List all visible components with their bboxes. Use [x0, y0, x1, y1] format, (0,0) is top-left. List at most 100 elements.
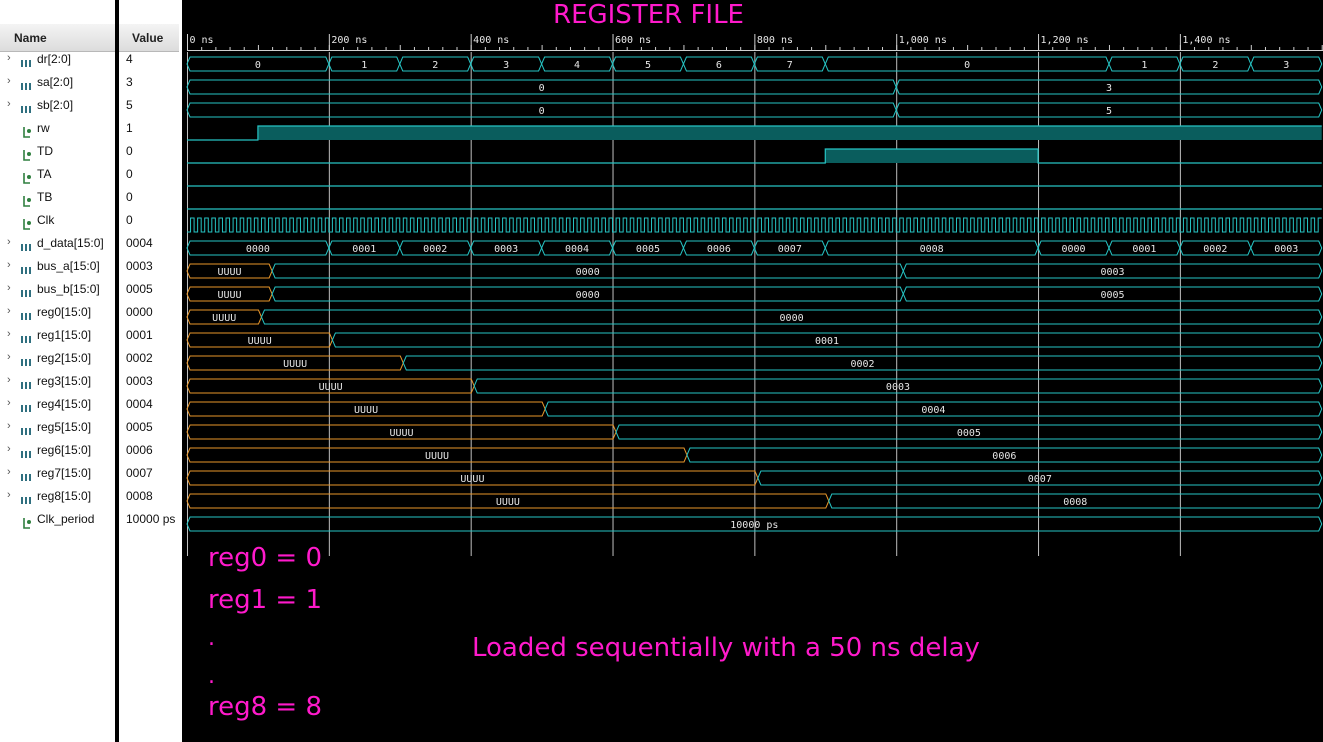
signal-value: 4: [126, 52, 133, 66]
chevron-right-icon[interactable]: ›: [7, 466, 11, 478]
signal-value: 0003: [126, 259, 153, 273]
signal-value: 0002: [126, 351, 153, 365]
bus-icon: [21, 83, 31, 90]
signal-value: 0004: [126, 236, 153, 250]
clock-trace: [187, 217, 1322, 233]
waveform-clk: [187, 217, 1322, 233]
signal-name: reg2[15:0]: [37, 351, 92, 365]
waveform-view[interactable]: 0 ns 200 ns 400 ns 600 ns 800 ns 1,000 ns 1,20…: [182, 0, 1323, 742]
signal-row-tb[interactable]: TB: [0, 190, 115, 213]
annotation-reg8: reg8 = 8: [208, 692, 323, 722]
chevron-right-icon[interactable]: ›: [7, 397, 11, 409]
signal-row-reg4[interactable]: › reg4[15:0]: [0, 397, 115, 420]
chevron-right-icon[interactable]: ›: [7, 328, 11, 340]
signal-row-reg0[interactable]: › reg0[15:0]: [0, 305, 115, 328]
ruler-label: 600 ns: [615, 35, 651, 46]
bus-value-label: UUUU: [460, 474, 484, 485]
chevron-right-icon[interactable]: ›: [7, 443, 11, 455]
name-column-header[interactable]: Name: [0, 24, 115, 52]
bus-value-label: 0002: [850, 359, 874, 370]
signal-value: 0005: [126, 282, 153, 296]
bus-value-label: 0008: [920, 244, 944, 255]
signal-row-reg3[interactable]: › reg3[15:0]: [0, 374, 115, 397]
bus-value-label: UUUU: [248, 336, 272, 347]
bus-value-label: 0005: [957, 428, 981, 439]
signal-name: sa[2:0]: [37, 75, 74, 89]
signal-row-clk[interactable]: Clk: [0, 213, 115, 236]
chevron-right-icon[interactable]: ›: [7, 98, 11, 110]
bus-value-label: 0000: [1061, 244, 1085, 255]
signal-row-rw[interactable]: rw: [0, 121, 115, 144]
annotation-dot: .: [208, 626, 215, 651]
signal-row-sa[interactable]: › sa[2:0]: [0, 75, 115, 98]
bus-value-label: 0007: [1028, 474, 1052, 485]
bus-value-label: 2: [432, 60, 438, 71]
signal-name: TD: [37, 144, 53, 158]
signal-row-bus_b[interactable]: › bus_b[15:0]: [0, 282, 115, 305]
bus-value-label: 3: [1106, 83, 1112, 94]
bus-icon: [21, 336, 31, 343]
signal-value: 0006: [126, 443, 153, 457]
bus-value-label: 0004: [921, 405, 945, 416]
signal-value: 10000 ps: [126, 512, 176, 526]
bus-value-label: 4: [574, 60, 580, 71]
bus-value-label: UUUU: [218, 267, 242, 278]
signal-row-reg8[interactable]: › reg8[15:0]: [0, 489, 115, 512]
ruler-label: 1,200 ns: [1041, 35, 1089, 46]
signal-value: 0007: [126, 466, 153, 480]
bus-icon: [21, 405, 31, 412]
chevron-right-icon[interactable]: ›: [7, 236, 11, 248]
chevron-right-icon[interactable]: ›: [7, 259, 11, 271]
signal-value: 0: [126, 213, 133, 227]
bus-value-label: 0: [255, 60, 261, 71]
signal-row-dr[interactable]: › dr[2:0]: [0, 52, 115, 75]
signal-name: reg5[15:0]: [37, 420, 92, 434]
chevron-right-icon[interactable]: ›: [7, 282, 11, 294]
bus-value-label: 3: [503, 60, 509, 71]
signal-name: rw: [37, 121, 50, 135]
signal-row-sb[interactable]: › sb[2:0]: [0, 98, 115, 121]
bus-value-label: 2: [1212, 60, 1218, 71]
bus-value-label: 0000: [780, 313, 804, 324]
chevron-right-icon[interactable]: ›: [7, 75, 11, 87]
chevron-right-icon[interactable]: ›: [7, 374, 11, 386]
bus-value-label: 0001: [352, 244, 376, 255]
chevron-right-icon[interactable]: ›: [7, 52, 11, 64]
bus-icon: [21, 60, 31, 67]
signal-value: 0001: [126, 328, 153, 342]
bus-value-label: 0002: [423, 244, 447, 255]
bus-value-label: UUUU: [218, 290, 242, 301]
chevron-right-icon[interactable]: ›: [7, 489, 11, 501]
signal-name: Clk: [37, 213, 55, 227]
high-level-fill: [825, 149, 1039, 163]
value-column-header[interactable]: Value: [119, 24, 179, 52]
chevron-right-icon[interactable]: ›: [7, 305, 11, 317]
chevron-right-icon[interactable]: ›: [7, 351, 11, 363]
signal-name: reg4[15:0]: [37, 397, 92, 411]
signal-row-reg6[interactable]: › reg6[15:0]: [0, 443, 115, 466]
bus-value-label: 5: [1106, 106, 1112, 117]
signal-name: reg8[15:0]: [37, 489, 92, 503]
bus-icon: [21, 313, 31, 320]
bus-value-label: 7: [787, 60, 793, 71]
chevron-right-icon[interactable]: ›: [7, 420, 11, 432]
bus-icon: [21, 428, 31, 435]
bus-icon: [21, 244, 31, 251]
signal-row-td[interactable]: TD: [0, 144, 115, 167]
bus-value-label: 5: [645, 60, 651, 71]
signal-name: reg0[15:0]: [37, 305, 92, 319]
signal-row-reg7[interactable]: › reg7[15:0]: [0, 466, 115, 489]
annotation-reg1: reg1 = 1: [208, 585, 323, 615]
signal-row-reg5[interactable]: › reg5[15:0]: [0, 420, 115, 443]
bus-icon: [21, 451, 31, 458]
annotation-note: Loaded sequentially with a 50 ns delay: [472, 633, 980, 663]
signal-row-ta[interactable]: TA: [0, 167, 115, 190]
signal-row-bus_a[interactable]: › bus_a[15:0]: [0, 259, 115, 282]
bit-signal-icon: [23, 518, 31, 529]
signal-value: 5: [126, 98, 133, 112]
signal-row-reg2[interactable]: › reg2[15:0]: [0, 351, 115, 374]
signal-row-d_data[interactable]: › d_data[15:0]: [0, 236, 115, 259]
signal-row-clk_period[interactable]: Clk_period: [0, 512, 115, 535]
signal-value: 0: [126, 167, 133, 181]
signal-row-reg1[interactable]: › reg1[15:0]: [0, 328, 115, 351]
